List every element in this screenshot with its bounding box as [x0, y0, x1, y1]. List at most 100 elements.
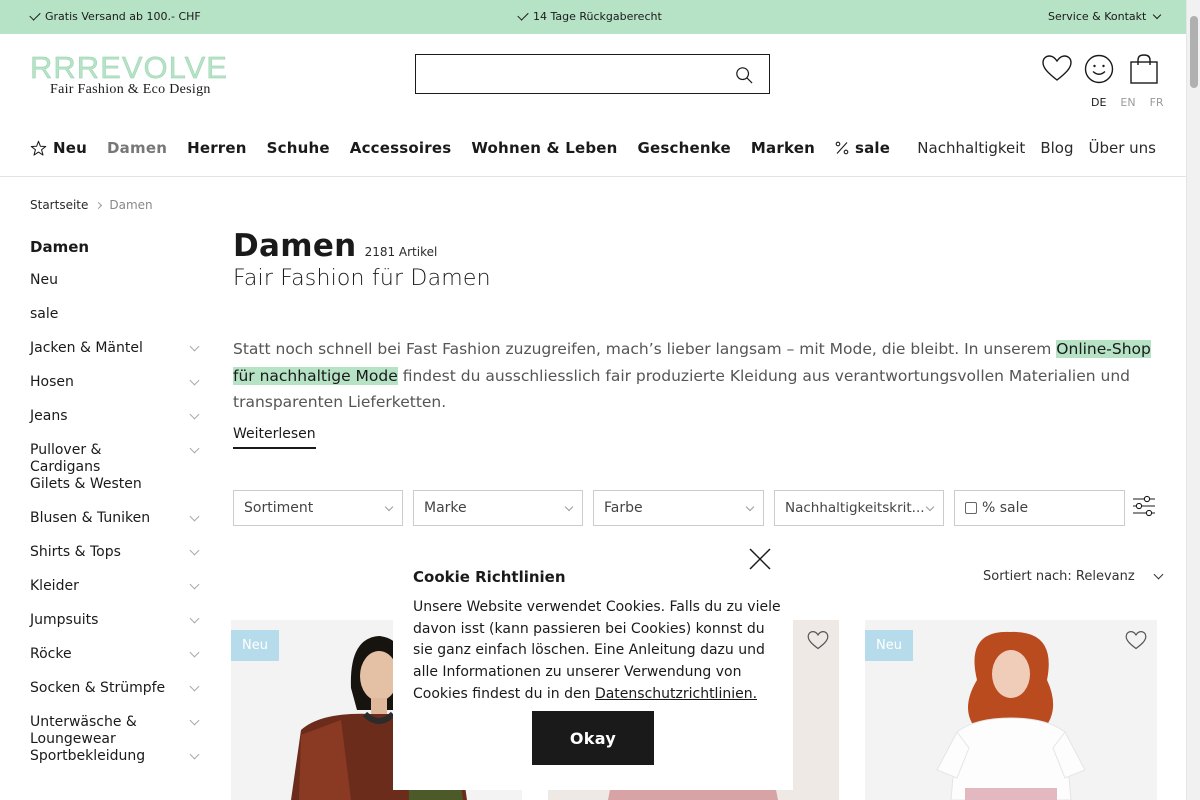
sidebar-item[interactable]: sale [30, 306, 202, 340]
filter-nachhaltigkeit[interactable]: Nachhaltigkeitskrit... [774, 490, 944, 526]
sidebar-item-label[interactable]: Gilets & Westen [30, 476, 175, 510]
sidebar-item[interactable]: Röcke [30, 646, 202, 680]
chevron-down-icon[interactable] [189, 545, 200, 556]
heart-icon[interactable] [807, 630, 829, 650]
site-logo[interactable]: RRREVOLVE Fair Fashion & Eco Design [30, 51, 230, 98]
sidebar-item[interactable]: Sportbekleidung [30, 748, 202, 782]
nav-item-blog[interactable]: Blog [1040, 139, 1073, 157]
sidebar-item-label[interactable]: Jumpsuits [30, 612, 175, 646]
chevron-down-icon[interactable] [189, 511, 200, 522]
sidebar-item[interactable]: Gilets & Westen [30, 476, 202, 510]
lang-en[interactable]: EN [1120, 96, 1135, 109]
sidebar-heading[interactable]: Damen [30, 238, 202, 272]
filter-sale[interactable]: % sale [954, 490, 1125, 526]
heart-icon[interactable] [1041, 53, 1073, 85]
language-switcher: DE EN FR [1091, 96, 1164, 109]
sidebar-item[interactable]: Neu [30, 272, 202, 306]
sidebar-item[interactable]: Hosen [30, 374, 202, 408]
sidebar-item-label[interactable]: Jacken & Mäntel [30, 340, 175, 374]
sidebar-item[interactable]: Jumpsuits [30, 612, 202, 646]
page-scrollbar[interactable] [1186, 0, 1200, 800]
nav-item-marken[interactable]: Marken [751, 139, 815, 157]
heart-icon[interactable] [1125, 630, 1147, 650]
sidebar-item[interactable]: Jacken & Mäntel [30, 340, 202, 374]
nav-item-herren[interactable]: Herren [187, 139, 247, 157]
search-box[interactable] [415, 54, 770, 94]
returns-info: 14 Tage Rückgaberecht [517, 9, 662, 23]
bag-icon[interactable] [1128, 53, 1160, 85]
sidebar-item[interactable]: Shirts & Tops [30, 544, 202, 578]
nav-item-geschenke[interactable]: Geschenke [638, 139, 731, 157]
search-icon[interactable] [735, 66, 753, 84]
filter-sortiment[interactable]: Sortiment [233, 490, 403, 526]
sidebar-item[interactable]: Blusen & Tuniken [30, 510, 202, 544]
chevron-down-icon[interactable] [189, 341, 200, 352]
nav-item-wohnen-leben[interactable]: Wohnen & Leben [471, 139, 617, 157]
nav-label[interactable]: Damen [107, 139, 167, 157]
nav-label[interactable]: Wohnen & Leben [471, 139, 617, 157]
service-contact-label[interactable]: Service & Kontakt [1048, 10, 1146, 23]
nav-label[interactable]: Schuhe [267, 139, 330, 157]
sort-dropdown[interactable]: Sortiert nach: Relevanz [983, 569, 1164, 584]
close-icon[interactable] [748, 547, 772, 571]
filter-farbe[interactable]: Farbe [593, 490, 764, 526]
product-card[interactable]: Neu [865, 620, 1157, 800]
sidebar-item-label[interactable]: Kleider [30, 578, 175, 612]
chevron-down-icon[interactable] [189, 749, 200, 760]
chevron-right-icon [95, 201, 103, 209]
nav-item-sale[interactable]: sale [835, 139, 890, 157]
nav-item-accessoires[interactable]: Accessoires [350, 139, 452, 157]
sidebar-item-label[interactable]: Shirts & Tops [30, 544, 175, 578]
cookie-okay-button[interactable]: Okay [532, 711, 654, 765]
sidebar-item-label[interactable]: Blusen & Tuniken [30, 510, 175, 544]
nav-label[interactable]: Herren [187, 139, 247, 157]
nav-item-schuhe[interactable]: Schuhe [267, 139, 330, 157]
chevron-down-icon[interactable] [189, 715, 200, 726]
sidebar-item[interactable]: Jeans [30, 408, 202, 442]
sidebar-item-label[interactable]: Hosen [30, 374, 175, 408]
service-contact-menu[interactable]: Service & Kontakt [1048, 10, 1162, 23]
filter-label: Nachhaltigkeitskrit... [785, 500, 925, 516]
breadcrumb-home[interactable]: Startseite [30, 198, 88, 212]
sidebar-item[interactable]: Socken & Strümpfe [30, 680, 202, 714]
scrollbar-thumb[interactable] [1190, 16, 1198, 88]
sidebar-item-label[interactable]: Unterwäsche & Loungewear [30, 714, 175, 748]
lang-de[interactable]: DE [1091, 96, 1106, 109]
nav-label[interactable]: sale [855, 139, 890, 157]
read-more-link[interactable]: Weiterlesen [233, 426, 316, 449]
chevron-down-icon[interactable] [189, 647, 200, 658]
chevron-down-icon[interactable] [189, 443, 200, 454]
nav-item-neu[interactable]: Neu [30, 139, 87, 157]
sale-checkbox[interactable] [965, 502, 977, 514]
lang-fr[interactable]: FR [1150, 96, 1164, 109]
sidebar-item-label[interactable]: Neu [30, 272, 175, 306]
sidebar-item-label[interactable]: Sportbekleidung [30, 748, 175, 782]
chevron-down-icon[interactable] [189, 375, 200, 386]
nav-label[interactable]: Accessoires [350, 139, 452, 157]
filter-settings-icon[interactable] [1132, 494, 1156, 518]
sidebar-item[interactable]: Pullover & Cardigans [30, 442, 202, 476]
chevron-down-icon[interactable] [189, 579, 200, 590]
filter-marke[interactable]: Marke [413, 490, 583, 526]
privacy-policy-link[interactable]: Datenschutzrichtlinien. [595, 686, 757, 702]
nav-item-damen[interactable]: Damen [107, 139, 167, 157]
chevron-down-icon[interactable] [189, 613, 200, 624]
sidebar-item-label[interactable]: Jeans [30, 408, 175, 442]
search-input[interactable] [416, 55, 716, 93]
nav-item-nachhaltigkeit[interactable]: Nachhaltigkeit [917, 139, 1025, 157]
sidebar-item-label[interactable]: Pullover & Cardigans [30, 442, 175, 476]
sidebar-item-label[interactable]: Röcke [30, 646, 175, 680]
sidebar-item[interactable]: Kleider [30, 578, 202, 612]
nav-item-ueber-uns[interactable]: Über uns [1089, 139, 1157, 157]
logo-wordmark[interactable]: RRREVOLVE [30, 51, 230, 84]
nav-label[interactable]: Marken [751, 139, 815, 157]
sidebar-item-label[interactable]: Socken & Strümpfe [30, 680, 175, 714]
chevron-down-icon[interactable] [189, 409, 200, 420]
nav-label[interactable]: Geschenke [638, 139, 731, 157]
sidebar-item[interactable]: Unterwäsche & Loungewear [30, 714, 202, 748]
sidebar-item-label[interactable]: sale [30, 306, 175, 340]
sort-label[interactable]: Sortiert nach: Relevanz [983, 569, 1135, 584]
nav-label[interactable]: Neu [53, 139, 87, 157]
account-smiley-icon[interactable] [1084, 54, 1114, 84]
chevron-down-icon[interactable] [189, 681, 200, 692]
